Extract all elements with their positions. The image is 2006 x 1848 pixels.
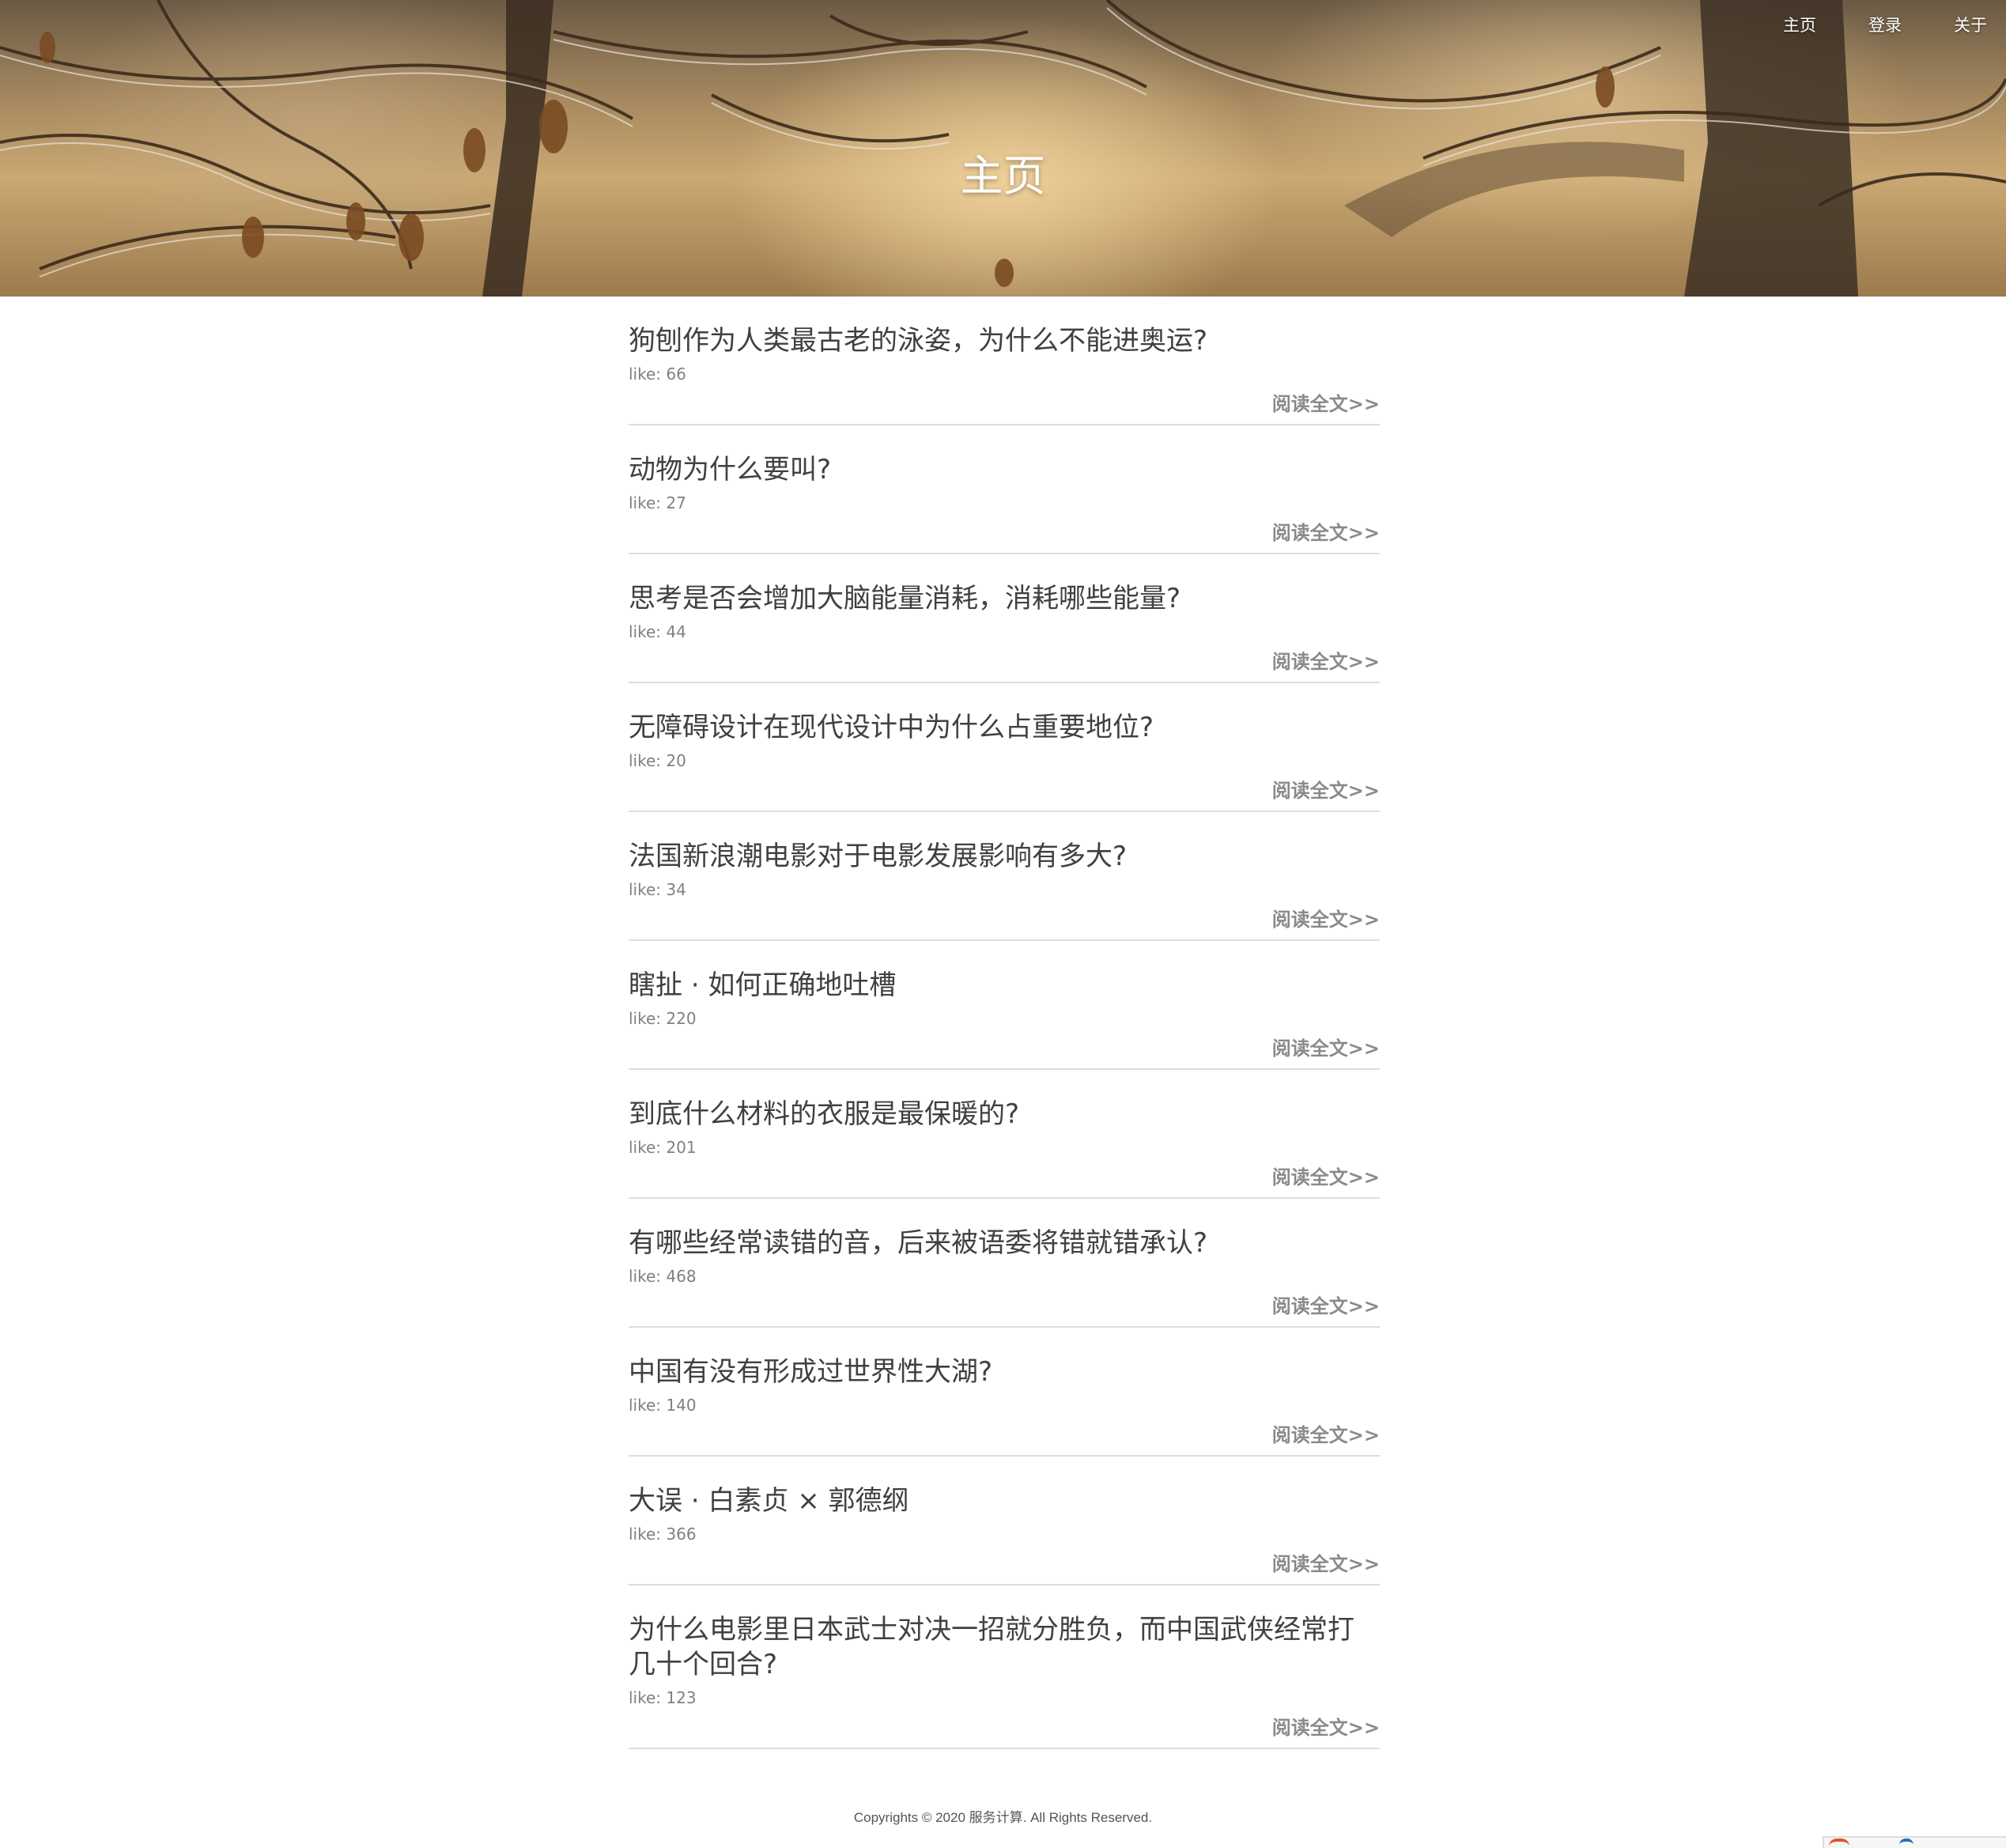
post-like-count: like: 220 xyxy=(629,1009,697,1028)
post-title-link[interactable]: 有哪些经常读错的音，后来被语委将错就错承认? xyxy=(629,1199,1380,1260)
post-like-count: like: 201 xyxy=(629,1138,697,1157)
post-like-count: like: 140 xyxy=(629,1396,697,1415)
post-like-count: like: 123 xyxy=(629,1688,697,1707)
page-title: 主页 xyxy=(960,151,1046,201)
post-title-link[interactable]: 动物为什么要叫? xyxy=(629,425,1380,487)
post-item: 有哪些经常读错的音，后来被语委将错就错承认? like: 468 阅读全文>> xyxy=(629,1199,1380,1328)
post-like-count: like: 468 xyxy=(629,1267,697,1286)
post-like-count: like: 27 xyxy=(629,493,686,512)
post-like-count: like: 366 xyxy=(629,1525,697,1544)
post-title-link[interactable]: 为什么电影里日本武士对决一招就分胜负，而中国武侠经常打几十个回合? xyxy=(629,1585,1380,1682)
post-like-count: like: 66 xyxy=(629,365,686,384)
read-more-link[interactable]: 阅读全文>> xyxy=(629,775,1380,811)
post-title-link[interactable]: 思考是否会增加大脑能量消耗，消耗哪些能量? xyxy=(629,554,1380,616)
post-item: 瞎扯 · 如何正确地吐槽 like: 220 阅读全文>> xyxy=(629,941,1380,1070)
read-more-link[interactable]: 阅读全文>> xyxy=(629,1033,1380,1068)
post-title-link[interactable]: 法国新浪潮电影对于电影发展影响有多大? xyxy=(629,812,1380,874)
post-like-count: like: 20 xyxy=(629,751,686,770)
post-item: 中国有没有形成过世界性大湖? like: 140 阅读全文>> xyxy=(629,1328,1380,1457)
nav-about-link[interactable]: 关于 xyxy=(1921,13,2006,36)
post-item: 到底什么材料的衣服是最保暖的? like: 201 阅读全文>> xyxy=(629,1070,1380,1199)
read-more-link[interactable]: 阅读全文>> xyxy=(629,517,1380,553)
read-more-link[interactable]: 阅读全文>> xyxy=(629,1291,1380,1326)
post-item: 无障碍设计在现代设计中为什么占重要地位? like: 20 阅读全文>> xyxy=(629,683,1380,812)
read-more-link[interactable]: 阅读全文>> xyxy=(629,646,1380,682)
read-more-link[interactable]: 阅读全文>> xyxy=(629,1419,1380,1455)
footer-copyright: Copyrights © 2020 服务计算. All Rights Reser… xyxy=(853,1810,1153,1825)
post-item: 狗刨作为人类最古老的泳姿，为什么不能进奥运? like: 66 阅读全文>> xyxy=(629,297,1380,425)
read-more-link[interactable]: 阅读全文>> xyxy=(629,1162,1380,1197)
post-like-count: like: 34 xyxy=(629,880,686,899)
post-item: 法国新浪潮电影对于电影发展影响有多大? like: 34 阅读全文>> xyxy=(629,812,1380,941)
nav-login-link[interactable]: 登录 xyxy=(1835,13,1921,36)
post-title-link[interactable]: 无障碍设计在现代设计中为什么占重要地位? xyxy=(629,683,1380,745)
post-item: 为什么电影里日本武士对决一招就分胜负，而中国武侠经常打几十个回合? like: … xyxy=(629,1585,1380,1749)
post-like-count: like: 44 xyxy=(629,622,686,641)
read-more-link[interactable]: 阅读全文>> xyxy=(629,1712,1380,1748)
post-item: 思考是否会增加大脑能量消耗，消耗哪些能量? like: 44 阅读全文>> xyxy=(629,554,1380,683)
nav-home-link[interactable]: 主页 xyxy=(1750,13,1835,36)
post-item: 大误 · 白素贞 × 郭德纲 like: 366 阅读全文>> xyxy=(629,1457,1380,1585)
read-more-link[interactable]: 阅读全文>> xyxy=(629,388,1380,424)
top-nav: 主页 登录 关于 xyxy=(1750,13,2006,36)
post-title-link[interactable]: 瞎扯 · 如何正确地吐槽 xyxy=(629,941,1380,1003)
post-title-link[interactable]: 中国有没有形成过世界性大湖? xyxy=(629,1328,1380,1389)
widget-logo-icon xyxy=(1829,1839,1849,1846)
read-more-link[interactable]: 阅读全文>> xyxy=(629,1548,1380,1584)
corner-floating-widget[interactable] xyxy=(1823,1836,2006,1848)
hero-header: 主页 主页 登录 关于 xyxy=(0,0,2006,297)
read-more-link[interactable]: 阅读全文>> xyxy=(629,904,1380,939)
post-item: 动物为什么要叫? like: 27 阅读全文>> xyxy=(629,425,1380,554)
widget-secondary-icon xyxy=(1899,1839,1913,1845)
post-list: 狗刨作为人类最古老的泳姿，为什么不能进奥运? like: 66 阅读全文>> 动… xyxy=(629,297,1380,1749)
post-title-link[interactable]: 狗刨作为人类最古老的泳姿，为什么不能进奥运? xyxy=(629,297,1380,358)
post-title-link[interactable]: 到底什么材料的衣服是最保暖的? xyxy=(629,1070,1380,1132)
post-title-link[interactable]: 大误 · 白素贞 × 郭德纲 xyxy=(629,1457,1380,1518)
